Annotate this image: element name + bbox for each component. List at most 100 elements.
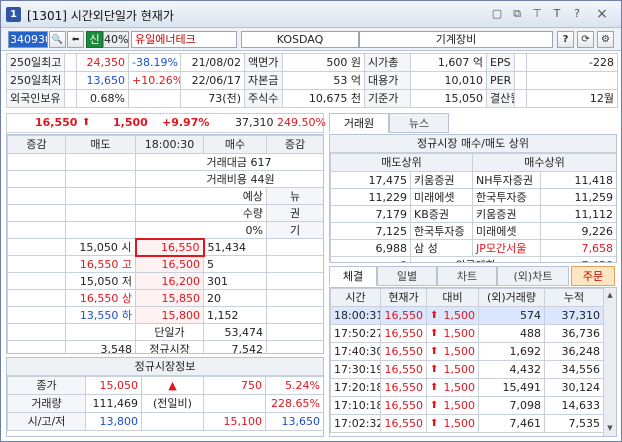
tick-row[interactable]: 17:10:18 16,550 ⬆ 1,500 7,098 14,633 bbox=[330, 396, 604, 415]
info-cell: 73(천) bbox=[180, 89, 245, 108]
bid-qty: 301 bbox=[203, 272, 267, 290]
broker-cell[interactable]: 키움증권 bbox=[409, 171, 474, 189]
bid-price[interactable]: 15,800 bbox=[135, 306, 204, 324]
font-size-icon[interactable]: T bbox=[550, 7, 564, 21]
broker-cell[interactable]: 한국투자증 bbox=[409, 222, 474, 240]
scroll-down-icon[interactable]: ▼ bbox=[605, 422, 615, 434]
broker-cell[interactable]: KB증권 bbox=[409, 205, 474, 223]
tick-scrollbar[interactable]: ▲ ▼ bbox=[603, 288, 616, 436]
info-cell[interactable] bbox=[64, 89, 77, 108]
order-button[interactable]: 주문 bbox=[571, 266, 615, 286]
up-arrow-icon: ⬆ bbox=[430, 381, 439, 393]
order-book-row: 수량 권 bbox=[7, 204, 323, 222]
broker-cell[interactable]: 미래에셋 bbox=[409, 188, 474, 206]
tick-cell: 37,310 bbox=[544, 306, 604, 325]
credit-badge: 신 bbox=[86, 31, 103, 48]
tick-row[interactable]: 17:40:30 16,550 ⬆ 1,500 1,692 36,248 bbox=[330, 342, 604, 361]
tick-row[interactable]: 17:30:19 16,550 ⬆ 1,500 4,432 34,556 bbox=[330, 360, 604, 379]
help-icon[interactable]: ? bbox=[570, 7, 584, 21]
empty-cell bbox=[7, 170, 66, 188]
info-cell[interactable] bbox=[514, 71, 527, 90]
order-book-row: 16,550 상 15,850 20 bbox=[7, 289, 323, 307]
side-button-2[interactable]: 기 bbox=[266, 221, 323, 239]
regular-market-cell: 15,100 bbox=[203, 412, 266, 431]
prev-code-button[interactable]: ⬅ bbox=[67, 31, 84, 48]
side-button-0[interactable]: 뉴 bbox=[266, 187, 323, 205]
tick-row[interactable]: 17:02:32 16,550 ⬆ 1,500 7,461 7,535 bbox=[330, 414, 604, 433]
tick-cell: 18:00:31 bbox=[330, 306, 381, 325]
bid-price[interactable]: 16,200 bbox=[135, 272, 204, 290]
close-icon[interactable]: × bbox=[595, 7, 609, 21]
summary-right: 53,474 bbox=[203, 323, 267, 341]
refresh-button[interactable]: ⟳ bbox=[577, 31, 594, 48]
search-button[interactable]: 🔍 bbox=[49, 31, 66, 48]
broker-row: 7,125 한국투자증 미래에셋 9,226 bbox=[330, 222, 616, 240]
tick-value: 1,692 bbox=[509, 344, 542, 358]
info-cell[interactable] bbox=[64, 71, 77, 90]
info-cell: 주식수 bbox=[244, 89, 283, 108]
side-button-1[interactable]: 권 bbox=[266, 204, 323, 222]
info-cell[interactable] bbox=[514, 53, 527, 72]
restore-icon[interactable]: ▢ bbox=[490, 7, 504, 21]
broker-cell: 7,125 bbox=[330, 222, 411, 240]
tick-row[interactable]: 18:00:31 16,550 ⬆ 1,500 574 37,310 bbox=[330, 306, 604, 325]
current-price: 16,550 bbox=[35, 116, 78, 129]
info-cell: 자본금 bbox=[244, 71, 283, 90]
tick-cell: 34,556 bbox=[544, 360, 604, 379]
empty-cell bbox=[7, 255, 66, 273]
price-change: 1,500 bbox=[113, 116, 148, 129]
regular-market-table: 종가 15,050 ▲ 750 5.24% 거래량 111,469 (전일비) 228.65% 시… bbox=[7, 376, 323, 431]
tick-value: 17:50:27 bbox=[334, 326, 381, 340]
stock-name[interactable]: 유일에너테크 bbox=[131, 31, 237, 48]
tick-header: 현재가 bbox=[380, 288, 427, 307]
tick-row[interactable]: 17:20:18 16,550 ⬆ 1,500 15,491 30,124 bbox=[330, 378, 604, 397]
broker-cell[interactable]: NH투자증권 bbox=[472, 171, 542, 189]
tick-value: 16,550 bbox=[384, 344, 424, 358]
broker-cell[interactable]: JP모간서울 bbox=[472, 239, 542, 257]
tab-news[interactable]: 뉴스 bbox=[389, 113, 449, 133]
tick-cell: 7,535 bbox=[544, 414, 604, 433]
tick-value: 16,550 bbox=[384, 416, 424, 430]
bid-price[interactable]: 16,550 bbox=[134, 237, 205, 257]
order-book-header: 증감 bbox=[266, 135, 323, 154]
copy-icon[interactable]: ⧉ bbox=[510, 7, 524, 21]
tick-value: 14,633 bbox=[561, 398, 601, 412]
bid-price[interactable]: 15,850 bbox=[135, 289, 204, 307]
tab-daily[interactable]: 일별 bbox=[377, 266, 437, 286]
scroll-up-icon[interactable]: ▲ bbox=[605, 289, 615, 301]
broker-cell[interactable]: 미래에셋 bbox=[472, 222, 542, 240]
broker-cell: 7,658 bbox=[540, 239, 616, 257]
tab-broker[interactable]: 거래원 bbox=[329, 113, 389, 133]
empty-cell bbox=[266, 238, 323, 256]
info-cell[interactable] bbox=[64, 53, 77, 72]
info-cell: 기준가 bbox=[364, 89, 411, 108]
broker-row: 17,475 키움증권 NH투자증권 11,418 bbox=[330, 171, 616, 189]
tick-row[interactable]: 17:50:27 16,550 ⬆ 1,500 488 36,736 bbox=[330, 324, 604, 343]
broker-title: 정규시장 매수/매도 상위 bbox=[330, 135, 616, 153]
tick-cell: 17:02:32 bbox=[330, 414, 381, 433]
settings-button[interactable]: ⚙ bbox=[597, 31, 614, 48]
broker-cell[interactable]: 키움증권 bbox=[472, 205, 542, 223]
ask-ref-tag: 하 bbox=[121, 308, 132, 322]
expect-cell: 예상 bbox=[203, 187, 267, 205]
empty-cell bbox=[135, 204, 204, 222]
tab-foreign-chart[interactable]: (외)차트 bbox=[497, 266, 569, 286]
stock-code-input[interactable]: 340930 bbox=[8, 31, 48, 48]
summary-label: 단일가 bbox=[135, 323, 204, 341]
info-cell[interactable] bbox=[514, 89, 527, 108]
info-row: 외국인보유 0.68% 73(천)주식수10,675 천기준가15,050결산월 12… bbox=[6, 89, 618, 108]
tick-cell: ⬆ 1,500 bbox=[426, 414, 479, 433]
ask-ref: 15,050 시 bbox=[65, 238, 136, 256]
tab-ticks[interactable]: 체결 bbox=[329, 266, 377, 286]
broker-panel: 정규시장 매수/매도 상위 매도상위 매수상위 17,475 키움증권 NH투자증권 11… bbox=[329, 134, 617, 263]
refresh-icon: ⟳ bbox=[581, 34, 590, 45]
arrow-left-icon: ⬅ bbox=[71, 35, 80, 45]
tab-chart[interactable]: 차트 bbox=[437, 266, 497, 286]
broker-cell[interactable]: 삼 성 bbox=[409, 239, 474, 257]
broker-cell[interactable]: 한국투자증 bbox=[472, 188, 542, 206]
tick-cell: 16,550 bbox=[380, 306, 427, 325]
help-button[interactable]: ? bbox=[557, 31, 574, 48]
pin-icon[interactable]: ⊤ bbox=[530, 7, 544, 21]
tick-cell: 17:10:18 bbox=[330, 396, 381, 415]
bid-price[interactable]: 16,500 bbox=[135, 255, 204, 273]
